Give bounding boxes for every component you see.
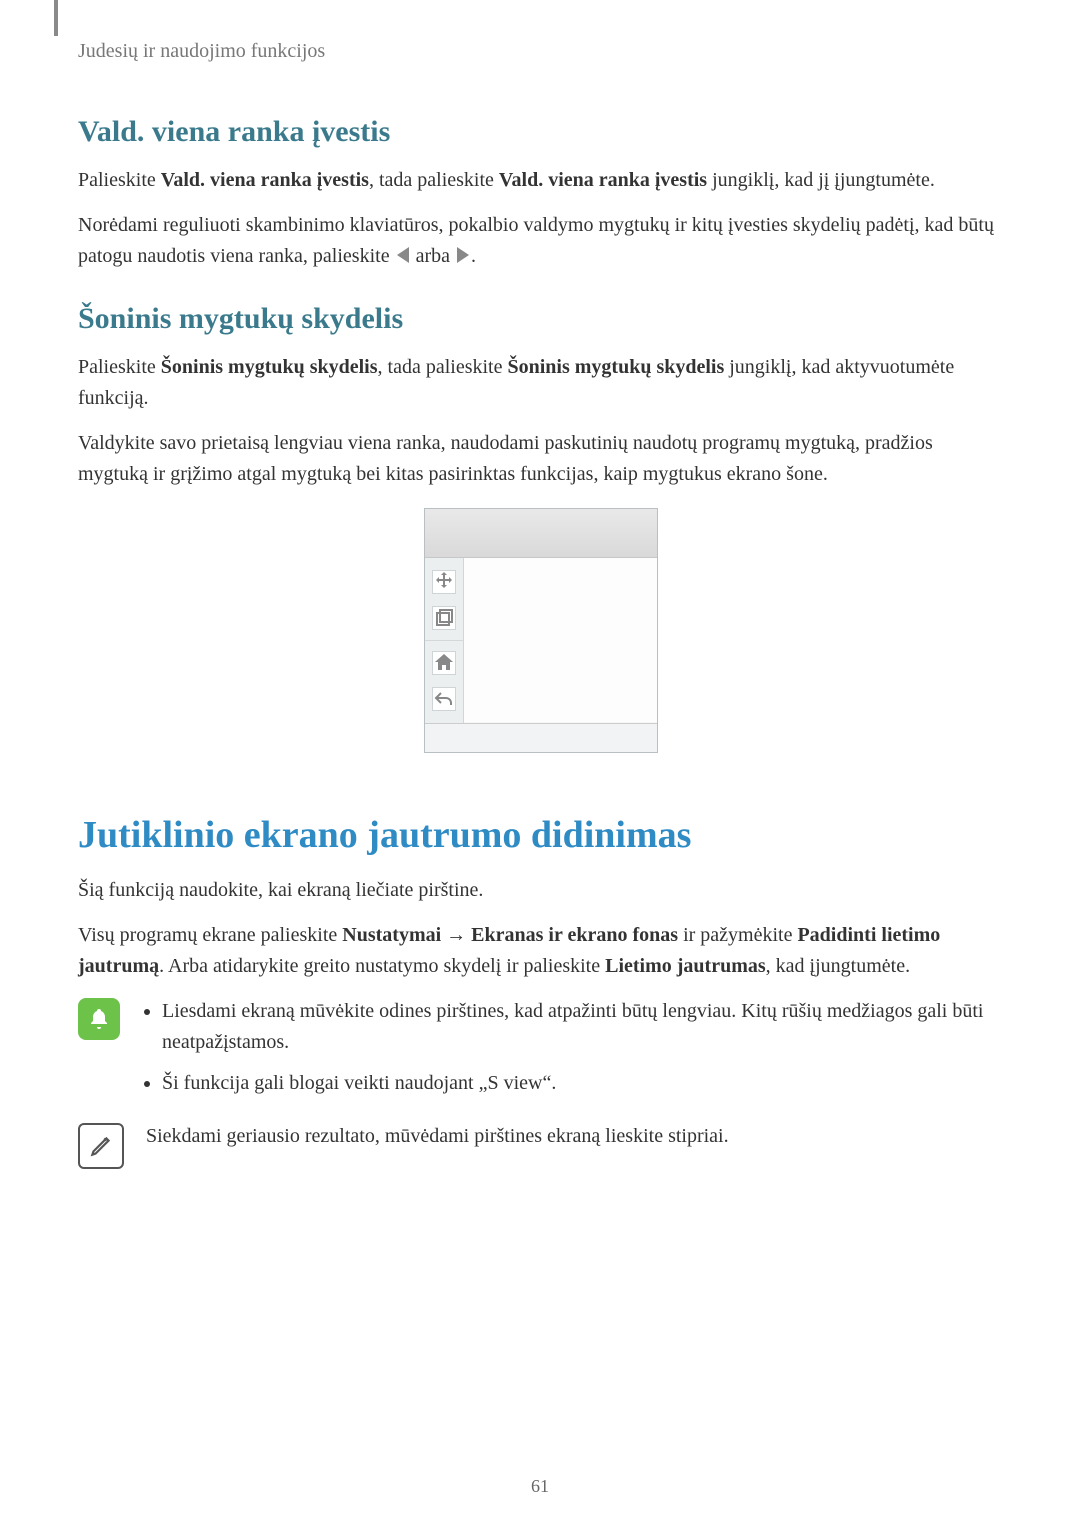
paragraph: Visų programų ekrane palieskite Nustatym… <box>78 920 1002 982</box>
paragraph: Palieskite Vald. viena ranka įvestis, ta… <box>78 165 1002 196</box>
recent-apps-icon <box>432 606 456 630</box>
side-key-illustration <box>424 508 656 753</box>
back-icon <box>432 687 456 711</box>
paragraph: Palieskite Šoninis mygtukų skydelis, tad… <box>78 352 1002 414</box>
note-text: Siekdami geriausio rezultato, mūvėdami p… <box>146 1121 1002 1152</box>
page-number: 61 <box>0 1476 1080 1497</box>
subheading-one-hand-input: Vald. viena ranka įvestis <box>78 115 1002 149</box>
paragraph: Valdykite savo prietaisą lengviau viena … <box>78 428 1002 490</box>
note-pencil-icon <box>78 1123 124 1169</box>
page-tab-marker <box>54 0 58 36</box>
triangle-right-icon <box>457 247 469 263</box>
breadcrumb: Judesių ir naudojimo funkcijos <box>78 40 1002 63</box>
paragraph: Šią funkciją naudokite, kai ekraną lieči… <box>78 875 1002 906</box>
alert-text: Liesdami ekraną mūvėkite odines pirštine… <box>142 996 1002 1109</box>
alert-bell-icon <box>78 998 120 1040</box>
home-icon <box>432 651 456 675</box>
triangle-left-icon <box>397 247 409 263</box>
paragraph: Norėdami reguliuoti skambinimo klaviatūr… <box>78 210 1002 272</box>
heading-touch-sensitivity: Jutiklinio ekrano jautrumo didinimas <box>78 813 1002 857</box>
subheading-side-key-panel: Šoninis mygtukų skydelis <box>78 302 1002 336</box>
move-icon <box>432 570 456 594</box>
